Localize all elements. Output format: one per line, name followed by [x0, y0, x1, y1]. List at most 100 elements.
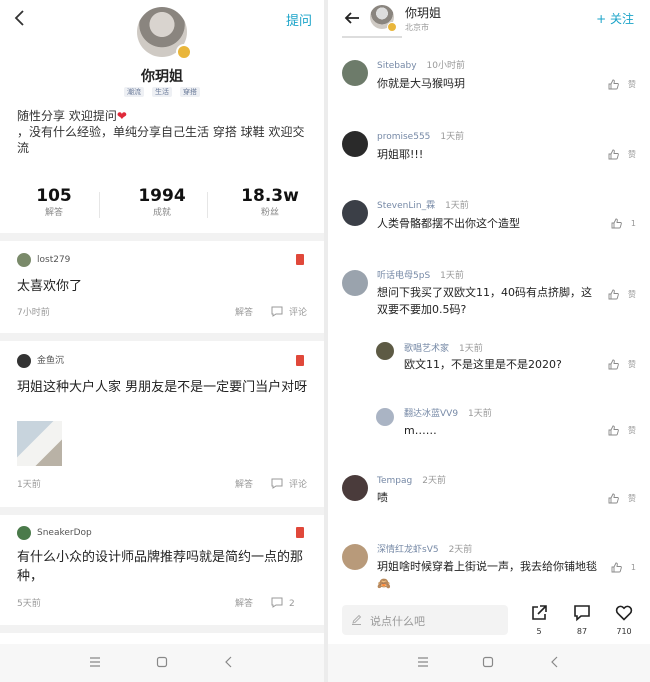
comment-input[interactable]: 说点什么吧 — [342, 605, 508, 635]
like-button[interactable]: 赞 — [608, 359, 636, 370]
comment-meta: 深情红龙虾sV5 2天前 — [377, 544, 472, 556]
avatar[interactable] — [376, 408, 394, 426]
card-user[interactable]: lost279 — [17, 252, 70, 268]
author-name[interactable]: 你玥姐 — [405, 4, 441, 21]
stat-value: 1994 — [138, 186, 186, 206]
verified-badge-icon — [387, 22, 397, 32]
question-image[interactable] — [17, 421, 62, 466]
card-user[interactable]: 金鱼沉 — [17, 353, 64, 369]
follow-button[interactable]: + 关注 — [596, 10, 634, 27]
timestamp: 1天前 — [445, 201, 469, 211]
stat-value: 18.3w — [241, 186, 299, 206]
comment-text: 你就是大马猴吗玥 — [377, 77, 465, 90]
comment-username[interactable]: Sitebaby — [377, 61, 417, 71]
comment-username[interactable]: 深情红龙虾sV5 — [377, 545, 439, 555]
ask-button[interactable]: 提问 — [286, 10, 312, 29]
thumbs-up-icon — [608, 289, 619, 300]
tag[interactable]: 生活 — [152, 87, 172, 97]
comment-text: 欧文11，不是这里是不是2020? — [404, 358, 562, 371]
like-button[interactable]: 赞 — [608, 289, 636, 300]
tag[interactable]: 潮流 — [124, 87, 144, 97]
bookmark-icon — [296, 527, 304, 538]
system-nav-bar — [328, 644, 650, 682]
comment-icon[interactable] — [271, 597, 283, 608]
divider — [207, 192, 208, 218]
like-button[interactable]: 赞 — [608, 149, 636, 160]
avatar — [17, 353, 31, 368]
back-icon[interactable] — [548, 655, 562, 669]
stat-achievements[interactable]: 1994 成就 — [108, 186, 216, 220]
comment-username[interactable]: Tempag — [377, 476, 412, 486]
avatar[interactable] — [376, 342, 394, 360]
question-card[interactable]: SneakerDop 有什么小众的设计师品牌推荐吗就是简约一点的那种， 5天前 … — [0, 515, 324, 625]
avatar[interactable] — [342, 475, 368, 501]
back-icon[interactable] — [222, 655, 236, 669]
like-button[interactable]: 赞 — [608, 79, 636, 90]
avatar[interactable] — [342, 270, 368, 296]
comment-username[interactable]: 听话电母5pS — [377, 271, 430, 281]
answer-button[interactable]: 解答 — [235, 478, 253, 492]
comment-username[interactable]: 歌唱艺术家 — [404, 344, 449, 354]
like-count: 710 — [616, 627, 632, 636]
stat-label: 粉丝 — [260, 208, 279, 218]
timestamp: 1天前 — [468, 409, 492, 419]
timestamp: 2天前 — [448, 545, 473, 555]
comment-meta: Tempag 2天前 — [377, 475, 446, 487]
comment-button[interactable]: 评论 — [289, 306, 307, 320]
avatar[interactable] — [342, 131, 368, 157]
comment-text: 玥姐啥时候穿着上街说一声，我去给你铺地毯🙈 — [377, 560, 597, 590]
like-button[interactable]: 1 — [611, 562, 636, 573]
back-arrow-icon[interactable] — [10, 8, 30, 28]
heart-icon — [615, 605, 633, 621]
system-nav-bar — [0, 644, 324, 682]
card-user[interactable]: SneakerDop — [17, 525, 92, 541]
avatar[interactable] — [342, 200, 368, 226]
question-card[interactable]: lost279 太喜欢你了 7小时前 解答 评论 — [0, 241, 324, 333]
question-text: 玥姐这种大户人家 男朋友是不是一定要门当户对呀 — [17, 380, 308, 395]
comment-meta: StevenLin_霖 1天前 — [377, 200, 469, 212]
back-arrow-icon[interactable] — [343, 9, 361, 27]
menu-icon[interactable] — [416, 655, 430, 669]
comment-meta: promise555 1天前 — [377, 131, 464, 143]
answer-button[interactable]: 解答 — [235, 597, 253, 611]
comment-text: m…… — [404, 424, 437, 437]
comment-meta: 翻达冰蓝VV9 1天前 — [404, 408, 492, 420]
like-button[interactable]: 赞 — [608, 425, 636, 436]
comment-button[interactable]: 87 — [564, 604, 600, 638]
like-post-button[interactable]: 710 — [606, 604, 642, 638]
menu-icon[interactable] — [88, 655, 102, 669]
like-button[interactable]: 1 — [611, 218, 636, 229]
stat-followers[interactable]: 18.3w 粉丝 — [216, 186, 324, 220]
divider — [0, 333, 324, 341]
answer-button[interactable]: 解答 — [235, 306, 253, 320]
comment-count[interactable]: 2 — [289, 597, 295, 611]
comment-icon[interactable] — [271, 478, 283, 489]
like-button[interactable]: 赞 — [608, 493, 636, 504]
bio-line: ，没有什么经验，单纯分享自己生活 穿搭 球鞋 欢迎交流 — [17, 125, 305, 155]
avatar[interactable] — [342, 544, 368, 570]
profile-stats: 105 解答 1994 成就 18.3w 粉丝 — [0, 186, 324, 226]
question-card[interactable]: 金鱼沉 玥姐这种大户人家 男朋友是不是一定要门当户对呀 1天前 解答 评论 — [0, 341, 324, 507]
comment-button[interactable]: 评论 — [289, 478, 307, 492]
comment-username[interactable]: 翻达冰蓝VV9 — [404, 409, 458, 419]
comment-username[interactable]: StevenLin_霖 — [377, 201, 435, 211]
timestamp: 5天前 — [17, 599, 41, 609]
home-icon[interactable] — [155, 655, 169, 669]
thumbs-up-icon — [608, 79, 619, 90]
card-footer: 7小时前 解答 评论 — [17, 306, 309, 320]
timestamp: 2天前 — [422, 476, 446, 486]
comment-meta: 歌唱艺术家 1天前 — [404, 343, 483, 355]
verified-badge-icon — [176, 44, 192, 60]
share-button[interactable]: 5 — [521, 604, 557, 638]
stat-answers[interactable]: 105 解答 — [0, 186, 108, 220]
question-text: 有什么小众的设计师品牌推荐吗就是简约一点的那种， — [17, 550, 304, 584]
profile-name: 你玥姐 — [141, 69, 183, 85]
thumbs-up-icon — [608, 425, 619, 436]
card-footer: 1天前 解答 评论 — [17, 478, 309, 492]
avatar[interactable] — [342, 60, 368, 86]
comment-icon[interactable] — [271, 306, 283, 317]
divider — [99, 192, 100, 218]
comment-username[interactable]: promise555 — [377, 132, 430, 142]
home-icon[interactable] — [481, 655, 495, 669]
tag[interactable]: 穿搭 — [180, 87, 200, 97]
